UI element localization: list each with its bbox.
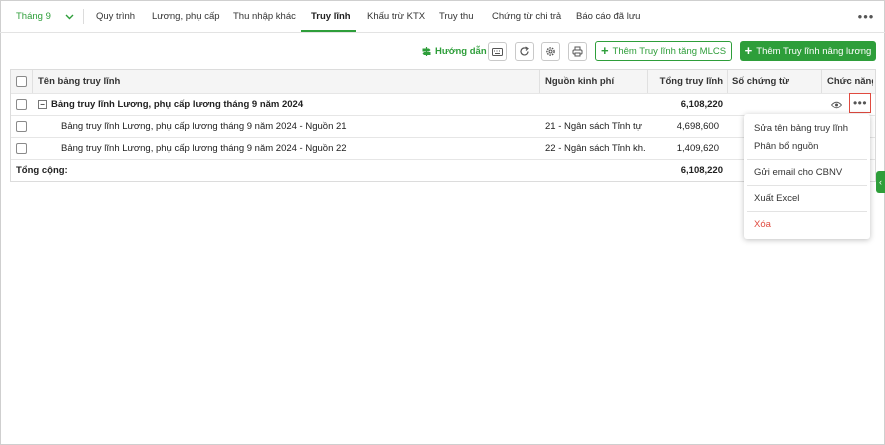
parent-row-total: 6,108,220 bbox=[680, 99, 723, 110]
child-row-total: 4,698,600 bbox=[676, 121, 719, 132]
month-selector[interactable]: Tháng 9 bbox=[8, 0, 82, 33]
column-header-total[interactable]: Tổng truy lĩnh bbox=[651, 70, 723, 93]
column-divider bbox=[32, 70, 33, 93]
menu-item-delete[interactable]: Xóa bbox=[754, 219, 771, 230]
tab-bao-cao-da-luu[interactable]: Báo cáo đã lưu bbox=[576, 0, 640, 33]
table-header-row: Tên bảng truy lĩnh Nguồn kinh phí Tổng t… bbox=[11, 70, 875, 94]
child-row-source: 21 - Ngân sách Tỉnh tự ... bbox=[545, 121, 645, 132]
column-divider bbox=[539, 70, 540, 93]
tab-khau-tru-ktx[interactable]: Khấu trừ KTX bbox=[367, 0, 425, 33]
row-checkbox[interactable] bbox=[16, 121, 27, 132]
child-row-name: Bảng truy lĩnh Lương, phụ cấp lương thán… bbox=[61, 143, 347, 154]
child-row-doc-no bbox=[732, 116, 742, 137]
tab-chung-tu-chi-tra[interactable]: Chứng từ chi trả bbox=[492, 0, 561, 33]
column-divider bbox=[647, 70, 648, 93]
child-row-total: 1,409,620 bbox=[676, 143, 719, 154]
child-row-doc-no bbox=[732, 138, 742, 159]
collapse-icon[interactable]: − bbox=[38, 100, 47, 109]
table-row-parent[interactable]: − Bảng truy lĩnh Lương, phụ cấp lương th… bbox=[11, 94, 875, 116]
more-horizontal-icon[interactable]: ••• bbox=[856, 8, 876, 24]
eye-icon[interactable] bbox=[831, 94, 845, 115]
footer-total: 6,108,220 bbox=[680, 165, 723, 176]
menu-separator bbox=[747, 159, 867, 160]
settings-icon bbox=[546, 47, 555, 56]
column-divider bbox=[821, 70, 822, 93]
tab-quy-trinh[interactable]: Quy trình bbox=[96, 0, 135, 33]
add-raise-label: Thêm Truy lĩnh nâng lương bbox=[756, 45, 872, 57]
parent-row-name: − Bảng truy lĩnh Lương, phụ cấp lương th… bbox=[38, 94, 538, 115]
row-actions-more-button[interactable]: ••• bbox=[849, 93, 871, 113]
menu-item-send-email[interactable]: Gửi email cho CBNV bbox=[754, 167, 842, 178]
month-selector-label: Tháng 9 bbox=[16, 11, 51, 22]
tab-truy-linh[interactable]: Truy lĩnh bbox=[311, 0, 351, 33]
column-header-actions: Chức năng bbox=[827, 76, 873, 87]
column-divider bbox=[727, 70, 728, 93]
add-mlcs-label: Thêm Truy lĩnh tăng MLCS bbox=[612, 45, 727, 57]
column-header-doc-no[interactable]: Số chứng từ bbox=[732, 70, 812, 93]
menu-separator bbox=[747, 211, 867, 212]
guide-link[interactable]: Hướng dẫn bbox=[421, 43, 487, 59]
chevron-left-icon: ‹ bbox=[879, 177, 882, 187]
footer-label: Tổng cộng: bbox=[16, 165, 68, 176]
parent-row-name-text: Bảng truy lĩnh Lương, phụ cấp lương thán… bbox=[51, 99, 304, 110]
add-raise-button[interactable]: + Thêm Truy lĩnh nâng lương bbox=[740, 41, 876, 61]
row-actions-menu: Sửa tên bảng truy lĩnh Phân bổ nguồn Gửi… bbox=[744, 114, 870, 239]
side-panel-toggle[interactable]: ‹ bbox=[876, 171, 885, 193]
row-checkbox[interactable] bbox=[16, 143, 27, 154]
top-tab-bar: Tháng 9 Quy trình Lương, phụ cấp Thu nhậ… bbox=[0, 0, 885, 33]
column-header-source[interactable]: Nguồn kinh phí bbox=[545, 70, 645, 93]
parent-row-source bbox=[545, 94, 645, 115]
plus-icon: + bbox=[744, 43, 753, 58]
child-row-name: Bảng truy lĩnh Lương, phụ cấp lương thán… bbox=[61, 121, 347, 132]
signpost-icon bbox=[422, 46, 431, 56]
refresh-button[interactable] bbox=[515, 42, 534, 61]
active-tab-indicator bbox=[301, 30, 356, 32]
menu-separator bbox=[747, 185, 867, 186]
keyboard-shortcut-button[interactable] bbox=[488, 42, 507, 61]
column-header-name[interactable]: Tên bảng truy lĩnh bbox=[38, 70, 538, 93]
menu-item-allocate-source[interactable]: Phân bổ nguồn bbox=[754, 141, 818, 152]
guide-label: Hướng dẫn bbox=[435, 45, 487, 57]
tab-divider bbox=[83, 9, 84, 24]
child-row-source: 22 - Ngân sách Tỉnh kh... bbox=[545, 143, 645, 154]
chevron-down-icon bbox=[65, 14, 74, 20]
tab-luong-phu-cap[interactable]: Lương, phụ cấp bbox=[152, 0, 220, 33]
settings-button[interactable] bbox=[541, 42, 560, 61]
print-button[interactable] bbox=[568, 42, 587, 61]
menu-item-export-excel[interactable]: Xuất Excel bbox=[754, 193, 799, 204]
refresh-icon bbox=[520, 46, 529, 56]
tab-truy-thu[interactable]: Truy thu bbox=[439, 0, 474, 33]
parent-row-doc-no bbox=[732, 94, 812, 115]
select-all-checkbox[interactable] bbox=[16, 76, 27, 87]
keyboard-icon bbox=[492, 47, 503, 56]
add-mlcs-button[interactable]: + Thêm Truy lĩnh tăng MLCS bbox=[595, 41, 732, 61]
print-icon bbox=[572, 46, 583, 57]
plus-icon: + bbox=[600, 43, 609, 58]
tab-thu-nhap-khac[interactable]: Thu nhập khác bbox=[233, 0, 296, 33]
menu-item-rename[interactable]: Sửa tên bảng truy lĩnh bbox=[754, 123, 848, 134]
more-horizontal-icon: ••• bbox=[852, 96, 868, 110]
row-checkbox[interactable] bbox=[16, 99, 27, 110]
